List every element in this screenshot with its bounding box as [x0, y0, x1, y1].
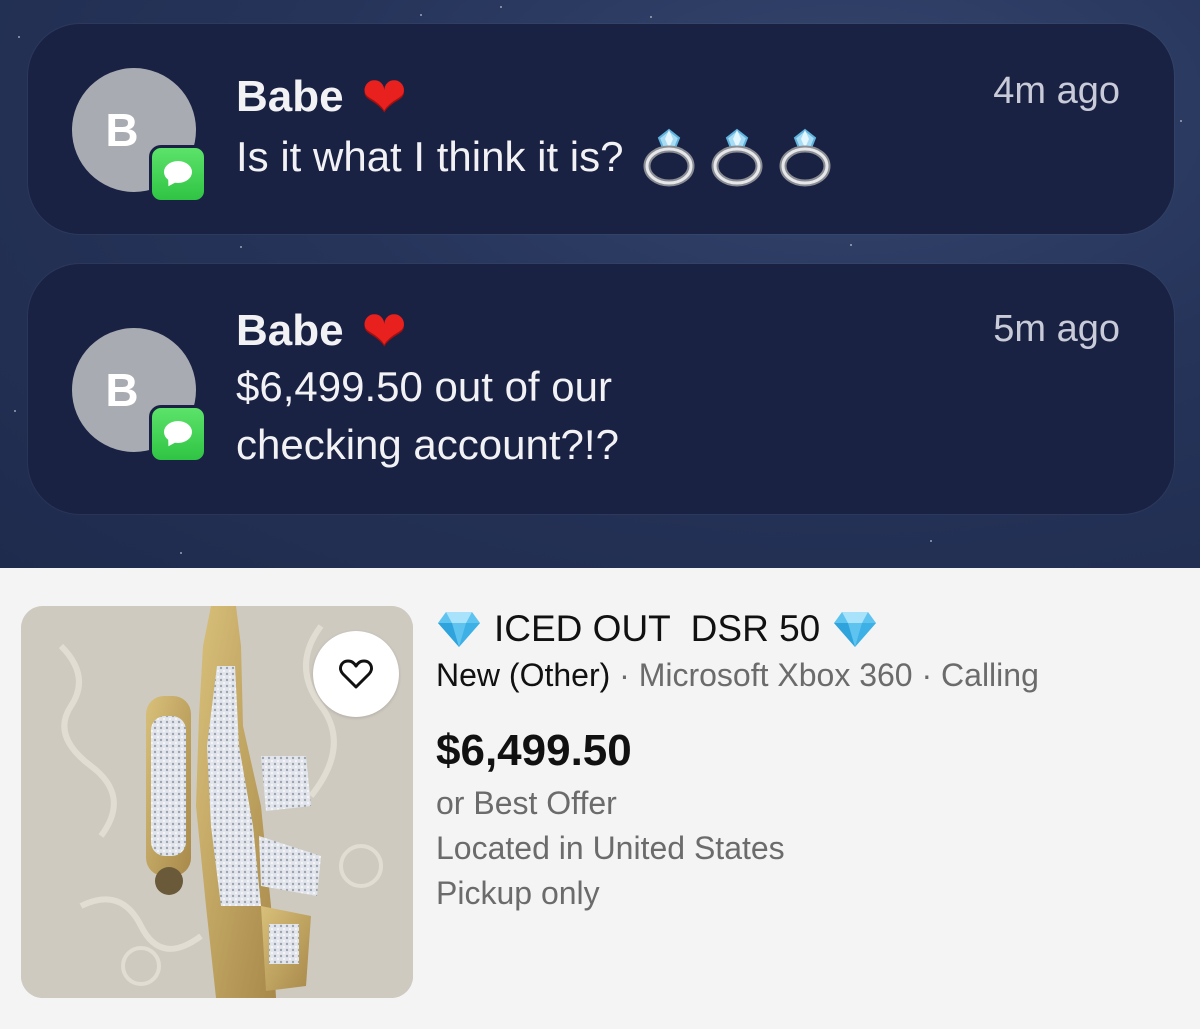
separator: ·	[610, 657, 639, 693]
ring-icon	[711, 128, 763, 187]
ring-emoji-group	[639, 126, 835, 188]
messages-icon	[149, 145, 207, 203]
star	[14, 410, 16, 412]
star	[240, 246, 242, 248]
star	[1180, 120, 1182, 122]
ebay-listing[interactable]: ICED OUT DSR 50 New (Other) · Microsoft …	[0, 568, 1200, 1029]
heart-icon: ❤	[361, 65, 407, 128]
listing-title[interactable]: ICED OUT DSR 50	[494, 608, 820, 650]
item-platform: Microsoft Xbox 360	[638, 657, 913, 693]
notification-time: 5m ago	[993, 308, 1120, 350]
listing-title-row[interactable]: ICED OUT DSR 50	[436, 608, 878, 650]
gem-icon	[438, 612, 480, 647]
star	[930, 540, 932, 542]
sender-name: Babe	[236, 72, 344, 121]
ring-icon	[779, 128, 831, 187]
item-condition: New (Other)	[436, 657, 611, 693]
heart-outline-icon	[339, 659, 373, 689]
notification-message: $6,499.50 out of our checking account?!?	[236, 363, 619, 468]
listing-photo[interactable]	[21, 606, 413, 998]
best-offer-label: or Best Offer	[436, 785, 617, 821]
star	[500, 6, 502, 8]
gem-icon	[834, 612, 877, 647]
sender-row: Babe ❤	[236, 70, 407, 124]
star	[650, 16, 652, 18]
star	[850, 244, 852, 246]
listing-price: $6,499.50	[436, 726, 632, 775]
star	[180, 552, 182, 554]
sender-name: Babe	[236, 306, 344, 355]
watch-button[interactable]	[313, 631, 399, 717]
star	[420, 14, 422, 16]
ring-icon	[643, 128, 695, 187]
lock-screen: B Babe ❤ 4m ago Is it what I think it is…	[0, 0, 1200, 568]
notification-card[interactable]: B Babe ❤ 4m ago Is it what I think it is…	[28, 24, 1174, 234]
separator: ·	[912, 657, 942, 693]
notification-message-row: Is it what I think it is?	[236, 126, 835, 188]
notification-message: Is it what I think it is?	[236, 133, 624, 180]
messages-icon	[149, 405, 207, 463]
star	[18, 36, 20, 38]
shipping-info: Pickup only	[436, 875, 600, 911]
notification-time: 4m ago	[993, 70, 1120, 112]
notification-card[interactable]: B Babe ❤ 5m ago $6,499.50 out of our che…	[28, 264, 1174, 514]
item-category: Calling	[941, 657, 1039, 693]
sender-row: Babe ❤	[236, 304, 407, 358]
item-location: Located in United States	[436, 830, 785, 866]
heart-icon: ❤	[361, 299, 407, 362]
listing-subtitle: New (Other) · Microsoft Xbox 360 · Calli…	[436, 657, 1039, 694]
